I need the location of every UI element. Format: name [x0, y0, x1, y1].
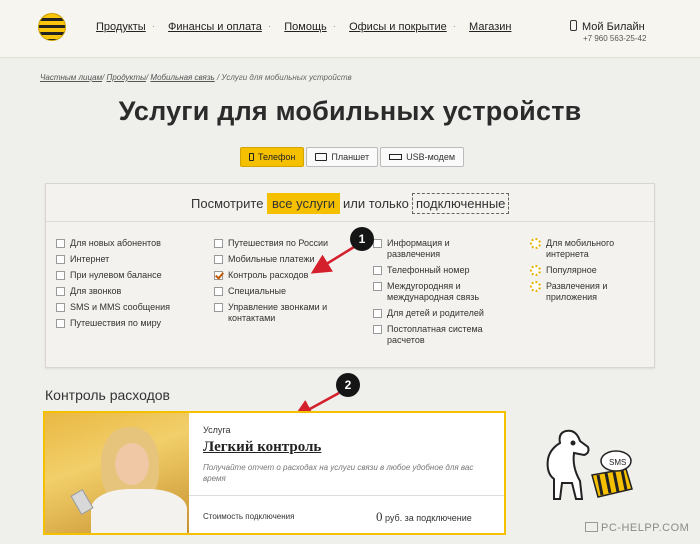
main-nav: Продукты · Финансы и оплата · Помощь · Офис… [96, 21, 517, 33]
checkbox[interactable] [373, 266, 382, 275]
checkbox[interactable] [214, 255, 223, 264]
filter-column-4: Для мобильного интернета Популярное Разв… [530, 238, 640, 308]
checkbox[interactable] [56, 255, 65, 264]
filter-option[interactable]: Для детей и родителей [373, 308, 498, 319]
nav-separator: · [332, 21, 337, 32]
account-phone-number: +7 960 563-25-42 [583, 34, 647, 43]
checkbox[interactable] [56, 239, 65, 248]
cost-label: Стоимость подключения [203, 512, 295, 521]
nav-separator: · [452, 21, 457, 32]
filter-option[interactable]: SMS и MMS сообщения [56, 302, 206, 313]
checkbox[interactable] [373, 282, 382, 291]
page-title: Услуги для мобильных устройств [118, 96, 582, 126]
filter-or-text: или только [343, 196, 409, 211]
nav-separator: · [267, 21, 272, 32]
nav-item-products[interactable]: Продукты [96, 21, 146, 33]
filter-option[interactable]: Путешествия по России [214, 238, 339, 249]
filter-option[interactable]: Для новых абонентов [56, 238, 206, 249]
price-unit: руб. за подключение [385, 513, 472, 523]
nav-separator: · [151, 21, 156, 32]
all-services-toggle[interactable]: все услуги [267, 193, 341, 214]
step-marker-1: 1 [350, 227, 374, 251]
filter-column-1: Для новых абонентов Интернет При нулевом… [56, 238, 206, 334]
service-card[interactable]: Услуга Легкий контроль Получайте отчет о… [43, 411, 506, 535]
section-title: Контроль расходов [45, 387, 170, 403]
checkbox[interactable] [56, 271, 65, 280]
price-number: 0 [376, 509, 383, 524]
filter-option[interactable]: Путешествия по миру [56, 318, 206, 329]
watermark: PC-HELPP.COM [585, 522, 689, 534]
tablet-icon [315, 153, 328, 161]
checkbox-checked[interactable] [214, 271, 223, 280]
filter-option-expense-control[interactable]: Контроль расходов [214, 270, 339, 281]
phone-icon [249, 153, 254, 161]
filter-option[interactable]: Управление звонками и контактами [214, 302, 339, 324]
nav-item-help[interactable]: Помощь [284, 21, 327, 33]
category-popular[interactable]: Популярное [530, 265, 640, 276]
service-description: Получайте отчет о расходах на услуги свя… [203, 463, 474, 483]
filter-option[interactable]: Для звонков [56, 286, 206, 297]
checkbox[interactable] [373, 239, 382, 248]
checkbox[interactable] [56, 303, 65, 312]
breadcrumb-mobile[interactable]: Мобильная связь [150, 73, 214, 82]
service-name-link[interactable]: Легкий контроль [203, 439, 321, 456]
service-photo [45, 413, 189, 533]
category-mobile-internet[interactable]: Для мобильного интернета [530, 238, 640, 260]
tab-tablet[interactable]: Планшет [306, 147, 379, 167]
filter-option[interactable]: Междугородняя и международная связь [373, 281, 498, 303]
step-marker-2: 2 [336, 373, 360, 397]
filter-header: Посмотрите все услуги или только подключ… [46, 184, 654, 222]
filter-option[interactable]: Телефонный номер [373, 265, 498, 276]
tab-usb-modem[interactable]: USB-модем [380, 147, 465, 167]
filter-option[interactable]: Информация и развлечения [373, 238, 498, 260]
nav-item-shop[interactable]: Магазин [469, 21, 511, 33]
checkbox[interactable] [56, 319, 65, 328]
filter-option[interactable]: Постоплатная система расчетов [373, 324, 498, 346]
cost-value: 0 руб. за подключение [376, 509, 472, 525]
service-cost-row: Стоимость подключения 0 руб. за подключе… [189, 495, 504, 533]
filter-option[interactable]: Мобильные платежи [214, 254, 339, 265]
breadcrumb-current: Услуги для мобильных устройств [221, 73, 352, 82]
dog-illustration: SMS [546, 429, 633, 500]
connected-services-toggle[interactable]: подключенные [412, 193, 510, 214]
beeline-logo[interactable] [38, 13, 66, 41]
filter-option[interactable]: При нулевом балансе [56, 270, 206, 281]
filter-column-2: Путешествия по России Мобильные платежи … [214, 238, 339, 329]
gear-icon [530, 238, 541, 249]
service-kind-label: Услуга [203, 425, 231, 435]
checkbox[interactable] [373, 325, 382, 334]
my-account-label: Мой Билайн [582, 21, 645, 33]
service-filter-panel: Посмотрите все услуги или только подключ… [45, 183, 655, 368]
device-tabs: Телефон Планшет USB-модем [240, 147, 465, 167]
gear-icon [530, 265, 541, 276]
tab-label: Планшет [331, 152, 370, 162]
breadcrumb-private[interactable]: Частным лицам [40, 73, 102, 82]
service-card-body: Услуга Легкий контроль Получайте отчет о… [189, 413, 504, 533]
tab-phone[interactable]: Телефон [240, 147, 305, 167]
filter-option[interactable]: Специальные [214, 286, 339, 297]
site-header: Продукты · Финансы и оплата · Помощь · Офис… [0, 0, 700, 58]
filter-column-3: Информация и развлечения Телефонный номе… [373, 238, 498, 351]
category-entertainment[interactable]: Развлечения и приложения [530, 281, 640, 303]
tab-label: Телефон [258, 152, 296, 162]
filter-lead-text: Посмотрите [191, 196, 264, 211]
checkbox[interactable] [214, 239, 223, 248]
monitor-icon [585, 522, 598, 532]
mobile-phone-icon [570, 20, 577, 31]
nav-item-offices[interactable]: Офисы и покрытие [349, 21, 447, 33]
checkbox[interactable] [373, 309, 382, 318]
nav-item-finance[interactable]: Финансы и оплата [168, 21, 262, 33]
tab-label: USB-модем [406, 152, 456, 162]
gear-icon [530, 281, 541, 292]
usb-modem-icon [389, 154, 403, 160]
filter-option[interactable]: Интернет [56, 254, 206, 265]
breadcrumb-products[interactable]: Продукты [107, 73, 146, 82]
breadcrumb: Частным лицам/ Продукты/ Мобильная связь… [40, 73, 352, 82]
checkbox[interactable] [214, 287, 223, 296]
my-account-link[interactable]: Мой Билайн [570, 20, 645, 33]
checkbox[interactable] [56, 287, 65, 296]
sms-bubble-text: SMS [609, 458, 626, 467]
checkbox[interactable] [214, 303, 223, 312]
